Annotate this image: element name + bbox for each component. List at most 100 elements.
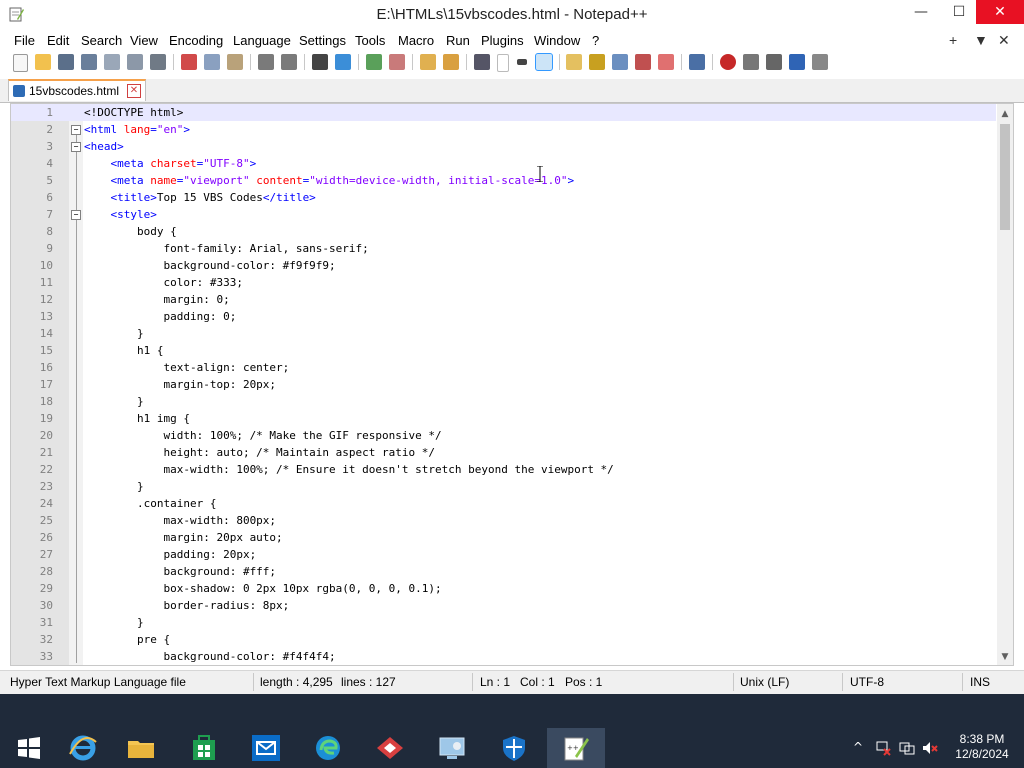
open-file-icon[interactable] [35,54,51,70]
code-editor[interactable]: 1 <!DOCTYPE html> 2− <html lang="en"> 3− <hea… [10,103,1014,666]
new-file-icon[interactable] [13,54,28,72]
menu-window[interactable]: Window [534,33,580,48]
save-icon[interactable] [58,54,74,70]
system-clock[interactable]: 8:38 PM 12/8/2024 [952,732,1012,762]
menu-plugins[interactable]: Plugins [481,33,524,48]
maximize-button[interactable]: ☐ [942,0,976,24]
save-all-icon[interactable] [81,54,97,70]
sync-horizontal-icon[interactable] [443,54,459,70]
copy-icon[interactable] [204,54,220,70]
status-insert-mode[interactable]: INS [970,675,990,689]
code-line[interactable]: 21 height: auto; /* Maintain aspect rati… [11,444,996,461]
minimize-button[interactable]: — [904,0,938,24]
code-line[interactable]: 2 − <html lang="en"> [11,121,996,138]
tab-list-button[interactable]: ▼ [974,32,988,48]
monitoring-icon[interactable] [689,54,705,70]
indent-guide-icon[interactable] [535,53,553,71]
taskbar-defender[interactable] [485,728,543,768]
code-line[interactable]: 8 body { [11,223,996,240]
code-line[interactable]: 33 background-color: #f4f4f4; [11,648,996,665]
show-all-chars-icon[interactable] [497,54,509,72]
code-line[interactable]: 32 pre { [11,631,996,648]
tab-15vbscodes[interactable]: 15vbscodes.html ✕ [8,79,146,101]
code-line[interactable]: 16 text-align: center; [11,359,996,376]
tab-close-icon[interactable]: ✕ [127,84,141,98]
code-line[interactable]: 6 <title>Top 15 VBS Codes</title> [11,189,996,206]
taskbar-store[interactable] [175,728,233,768]
code-line[interactable]: 23 } [11,478,996,495]
code-line[interactable]: 5 <meta name="viewport" content="width=d… [11,172,996,189]
folder-workspace-icon[interactable] [658,54,674,70]
menu-settings[interactable]: Settings [299,33,346,48]
user-language-icon[interactable] [566,54,582,70]
code-line[interactable]: 31 } [11,614,996,631]
code-line[interactable]: 3 − <head> [11,138,996,155]
code-line[interactable]: 4 <meta charset="UTF-8"> [11,155,996,172]
stop-macro-icon[interactable] [743,54,759,70]
code-line[interactable]: 17 margin-top: 20px; [11,376,996,393]
fold-toggle-icon[interactable]: − [71,125,81,135]
word-wrap-icon[interactable] [474,54,490,70]
save-macro-icon[interactable] [812,54,828,70]
redo-icon[interactable] [281,54,297,70]
new-tab-button[interactable]: + [949,32,957,48]
function-list-icon[interactable] [635,54,651,70]
code-line[interactable]: 10 background-color: #f9f9f9; [11,257,996,274]
scroll-down-icon[interactable]: ▼ [997,649,1013,665]
volume-muted-icon[interactable] [922,740,938,756]
sync-vertical-icon[interactable] [420,54,436,70]
play-macro-icon[interactable] [766,54,782,70]
chevron-down-icon[interactable] [517,59,527,65]
menu-language[interactable]: Language [233,33,291,48]
doc-map-icon[interactable] [589,54,605,70]
taskbar-red-app[interactable] [361,728,419,768]
start-button[interactable] [0,728,58,768]
menu-macro[interactable]: Macro [398,33,434,48]
scroll-thumb[interactable] [1000,124,1010,230]
print-icon[interactable] [150,54,166,70]
code-line[interactable]: 20 width: 100%; /* Make the GIF responsi… [11,427,996,444]
code-line[interactable]: 30 border-radius: 8px; [11,597,996,614]
cut-icon[interactable] [181,54,197,70]
undo-icon[interactable] [258,54,274,70]
code-line[interactable]: 29 box-shadow: 0 2px 10px rgba(0, 0, 0, … [11,580,996,597]
tray-overflow-icon[interactable]: ^ [853,740,863,754]
taskbar-control-panel[interactable] [423,728,481,768]
record-macro-icon[interactable] [720,54,736,70]
code-line[interactable]: 13 padding: 0; [11,308,996,325]
zoom-out-icon[interactable] [389,54,405,70]
menu-run[interactable]: Run [446,33,470,48]
menu-edit[interactable]: Edit [47,33,69,48]
paste-icon[interactable] [227,54,243,70]
taskbar-mail[interactable] [237,728,295,768]
close-all-icon[interactable] [127,54,143,70]
menu-encoding[interactable]: Encoding [169,33,223,48]
code-line[interactable]: 22 max-width: 100%; /* Ensure it doesn't… [11,461,996,478]
menu-view[interactable]: View [130,33,158,48]
scroll-up-icon[interactable]: ▲ [997,106,1013,122]
network-error-icon[interactable] [875,740,891,756]
code-line[interactable]: 11 color: #333; [11,274,996,291]
doc-list-icon[interactable] [612,54,628,70]
run-macro-multiple-icon[interactable] [789,54,805,70]
fold-toggle-icon[interactable]: − [71,210,81,220]
find-icon[interactable] [312,54,328,70]
taskbar-internet-explorer[interactable] [54,728,112,768]
code-line[interactable]: 24 .container { [11,495,996,512]
menu-help[interactable]: ? [592,33,599,48]
status-encoding[interactable]: UTF-8 [850,675,884,689]
code-line[interactable]: 14 } [11,325,996,342]
code-line[interactable]: 1 <!DOCTYPE html> [11,104,996,121]
menu-tools[interactable]: Tools [355,33,385,48]
code-line[interactable]: 18 } [11,393,996,410]
code-line[interactable]: 26 margin: 20px auto; [11,529,996,546]
taskbar-edge[interactable] [299,728,357,768]
code-line[interactable]: 27 padding: 20px; [11,546,996,563]
close-button[interactable]: ✕ [976,0,1024,24]
action-center-icon[interactable] [899,740,915,756]
code-line[interactable]: 7 − <style> [11,206,996,223]
menu-file[interactable]: File [14,33,35,48]
menu-search[interactable]: Search [81,33,122,48]
code-line[interactable]: 25 max-width: 800px; [11,512,996,529]
fold-toggle-icon[interactable]: − [71,142,81,152]
